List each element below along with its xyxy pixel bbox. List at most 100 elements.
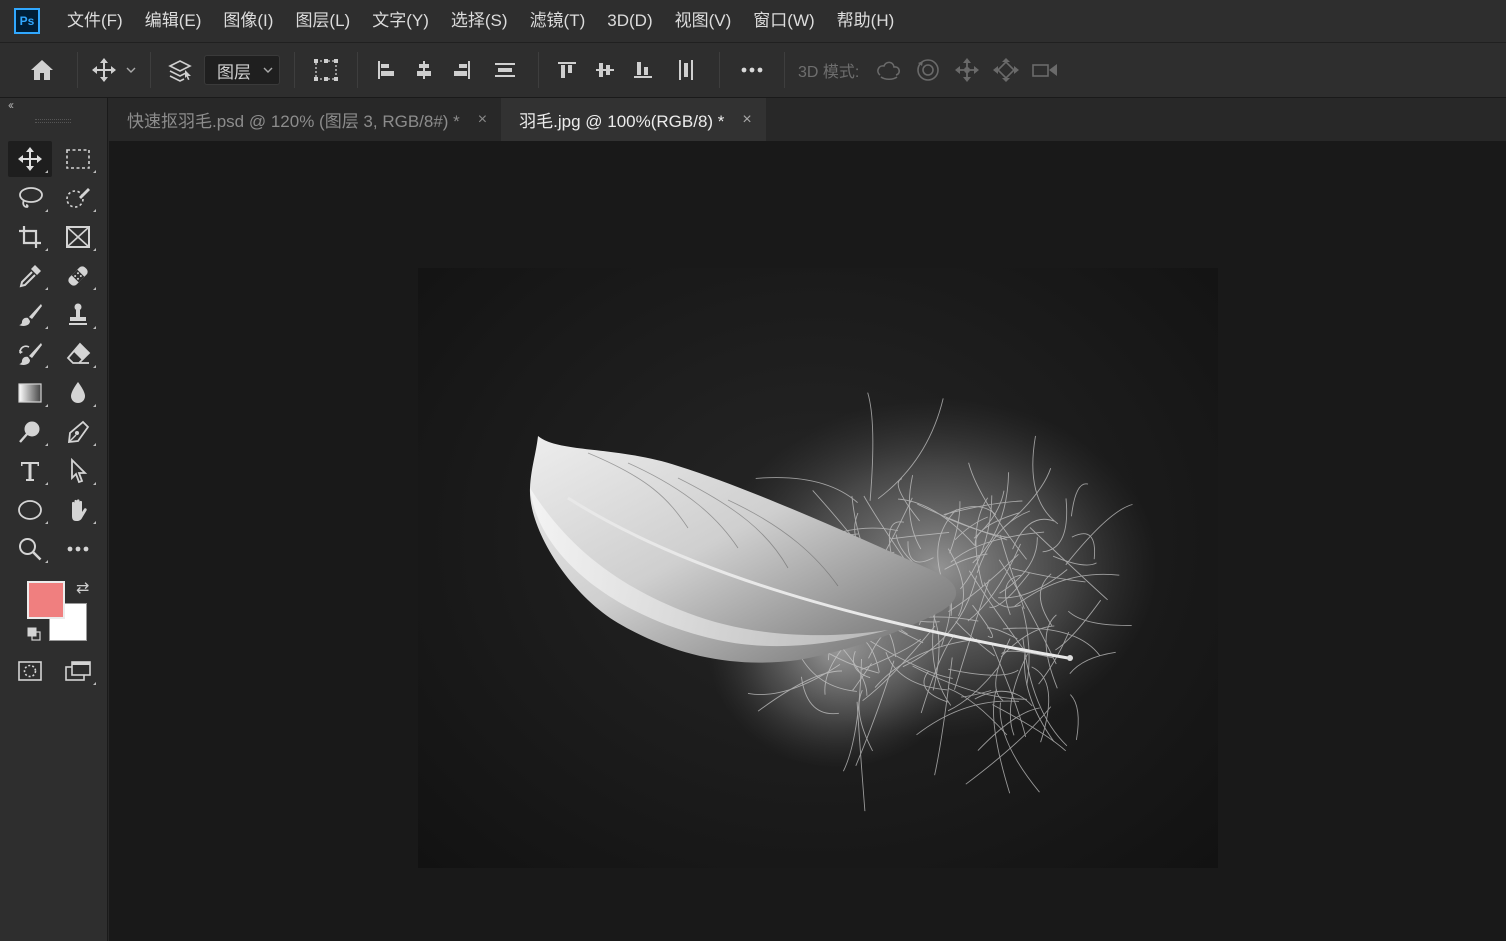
menu-layer[interactable]: 图层(L) — [284, 0, 361, 42]
separator — [784, 52, 785, 88]
hand-tool[interactable] — [56, 492, 100, 528]
canvas-area[interactable] — [109, 141, 1506, 941]
separator — [150, 52, 151, 88]
ellipse-tool[interactable] — [8, 492, 52, 528]
distribute-icon — [495, 63, 515, 77]
3d-slide-button[interactable] — [986, 50, 1025, 90]
move-tool-preset-button[interactable] — [87, 50, 121, 90]
lasso-tool[interactable] — [8, 180, 52, 216]
collapse-panel-button[interactable]: ‹‹ — [8, 98, 14, 112]
menu-edit[interactable]: 编辑(E) — [134, 0, 213, 42]
edit-toolbar-button[interactable] — [56, 531, 100, 567]
move-icon — [18, 147, 42, 171]
3d-orbit-button[interactable] — [869, 50, 908, 90]
menu-window[interactable]: 窗口(W) — [742, 0, 825, 42]
align-left-icon — [378, 61, 394, 79]
quick-mask-icon — [18, 661, 42, 681]
align-right-button[interactable] — [443, 50, 481, 90]
menu-filter[interactable]: 滤镜(T) — [519, 0, 597, 42]
crop-tool[interactable] — [8, 219, 52, 255]
roll-icon — [917, 59, 939, 81]
magnifier-icon — [19, 538, 42, 561]
document-image[interactable] — [418, 268, 1218, 868]
panel-grip[interactable] — [35, 119, 71, 123]
swap-colors-icon[interactable]: ⇄ — [76, 578, 89, 598]
distribute-vertical-button[interactable] — [481, 50, 529, 90]
3d-pan-button[interactable] — [947, 50, 986, 90]
separator — [719, 52, 720, 88]
align-vertical-center-icon — [596, 63, 614, 77]
distribute-horizontal-button[interactable] — [662, 50, 710, 90]
close-icon[interactable]: × — [742, 111, 751, 129]
history-brush-tool[interactable] — [8, 336, 52, 372]
separator — [538, 52, 539, 88]
align-left-button[interactable] — [367, 50, 405, 90]
show-transform-controls-button[interactable] — [304, 50, 348, 90]
align-top-button[interactable] — [548, 50, 586, 90]
slide-icon — [992, 58, 1019, 82]
menu-help[interactable]: 帮助(H) — [826, 0, 906, 42]
feather-image — [529, 392, 1158, 812]
auto-select-target-value: 图层 — [217, 62, 251, 82]
tab-title: 快速抠羽毛.psd @ 120% (图层 3, RGB/8#) * — [127, 112, 460, 131]
more-options-button[interactable] — [729, 50, 775, 90]
align-horizontal-center-icon — [417, 61, 431, 79]
close-icon[interactable]: × — [478, 111, 487, 129]
bandage-icon — [68, 266, 88, 286]
tool-preset-dropdown[interactable] — [121, 50, 141, 90]
zoom-tool[interactable] — [8, 531, 52, 567]
ellipse-icon — [18, 500, 42, 520]
home-button[interactable] — [16, 50, 68, 90]
menu-view[interactable]: 视图(V) — [664, 0, 743, 42]
3d-roll-button[interactable] — [908, 50, 947, 90]
eraser-icon — [66, 342, 91, 364]
pan-icon — [954, 58, 979, 82]
frame-tool[interactable] — [56, 219, 100, 255]
options-bar: 图层 3D 模式: — [0, 42, 1506, 98]
clone-stamp-tool[interactable] — [56, 297, 100, 333]
more-icon — [741, 67, 763, 73]
tab-feather-jpg[interactable]: 羽毛.jpg @ 100%(RGB/8) * × — [501, 98, 766, 141]
menu-type[interactable]: 文字(Y) — [361, 0, 440, 42]
quick-selection-tool[interactable] — [56, 180, 100, 216]
eyedropper-tool[interactable] — [8, 258, 52, 294]
brush-tool[interactable] — [8, 297, 52, 333]
healing-brush-tool[interactable] — [56, 258, 100, 294]
auto-select-target-select[interactable]: 图层 — [204, 55, 280, 85]
align-middle-button[interactable] — [586, 50, 624, 90]
blur-tool[interactable] — [56, 375, 100, 411]
separator — [294, 52, 295, 88]
move-tool[interactable] — [8, 141, 52, 177]
quick-mask-button[interactable] — [8, 653, 52, 689]
dodge-tool[interactable] — [8, 414, 52, 450]
tab-title: 羽毛.jpg @ 100%(RGB/8) * — [519, 112, 725, 131]
foreground-color-swatch[interactable] — [27, 581, 65, 619]
menu-3d[interactable]: 3D(D) — [596, 0, 663, 42]
default-colors-icon[interactable] — [27, 627, 41, 641]
more-icon — [67, 546, 89, 552]
marquee-icon — [66, 149, 90, 169]
pen-icon — [67, 420, 90, 444]
type-tool[interactable] — [8, 453, 52, 489]
menu-image[interactable]: 图像(I) — [212, 0, 284, 42]
auto-select-button[interactable] — [160, 50, 200, 90]
pen-tool[interactable] — [56, 414, 100, 450]
gradient-tool[interactable] — [8, 375, 52, 411]
align-center-button[interactable] — [405, 50, 443, 90]
eraser-tool[interactable] — [56, 336, 100, 372]
menu-file[interactable]: 文件(F) — [56, 0, 134, 42]
path-selection-tool[interactable] — [56, 453, 100, 489]
dodge-icon — [19, 421, 40, 443]
screen-mode-button[interactable] — [56, 653, 100, 689]
separator — [77, 52, 78, 88]
brush-icon — [19, 304, 42, 326]
eyedropper-icon — [19, 265, 41, 288]
align-top-icon — [558, 62, 576, 78]
3d-camera-button[interactable] — [1025, 50, 1064, 90]
photoshop-logo[interactable]: Ps — [14, 8, 40, 34]
rectangular-marquee-tool[interactable] — [56, 141, 100, 177]
screen-mode-icon — [65, 661, 91, 681]
menu-select[interactable]: 选择(S) — [440, 0, 519, 42]
align-bottom-button[interactable] — [624, 50, 662, 90]
tab-quick-feather-psd[interactable]: 快速抠羽毛.psd @ 120% (图层 3, RGB/8#) * × — [109, 98, 502, 141]
